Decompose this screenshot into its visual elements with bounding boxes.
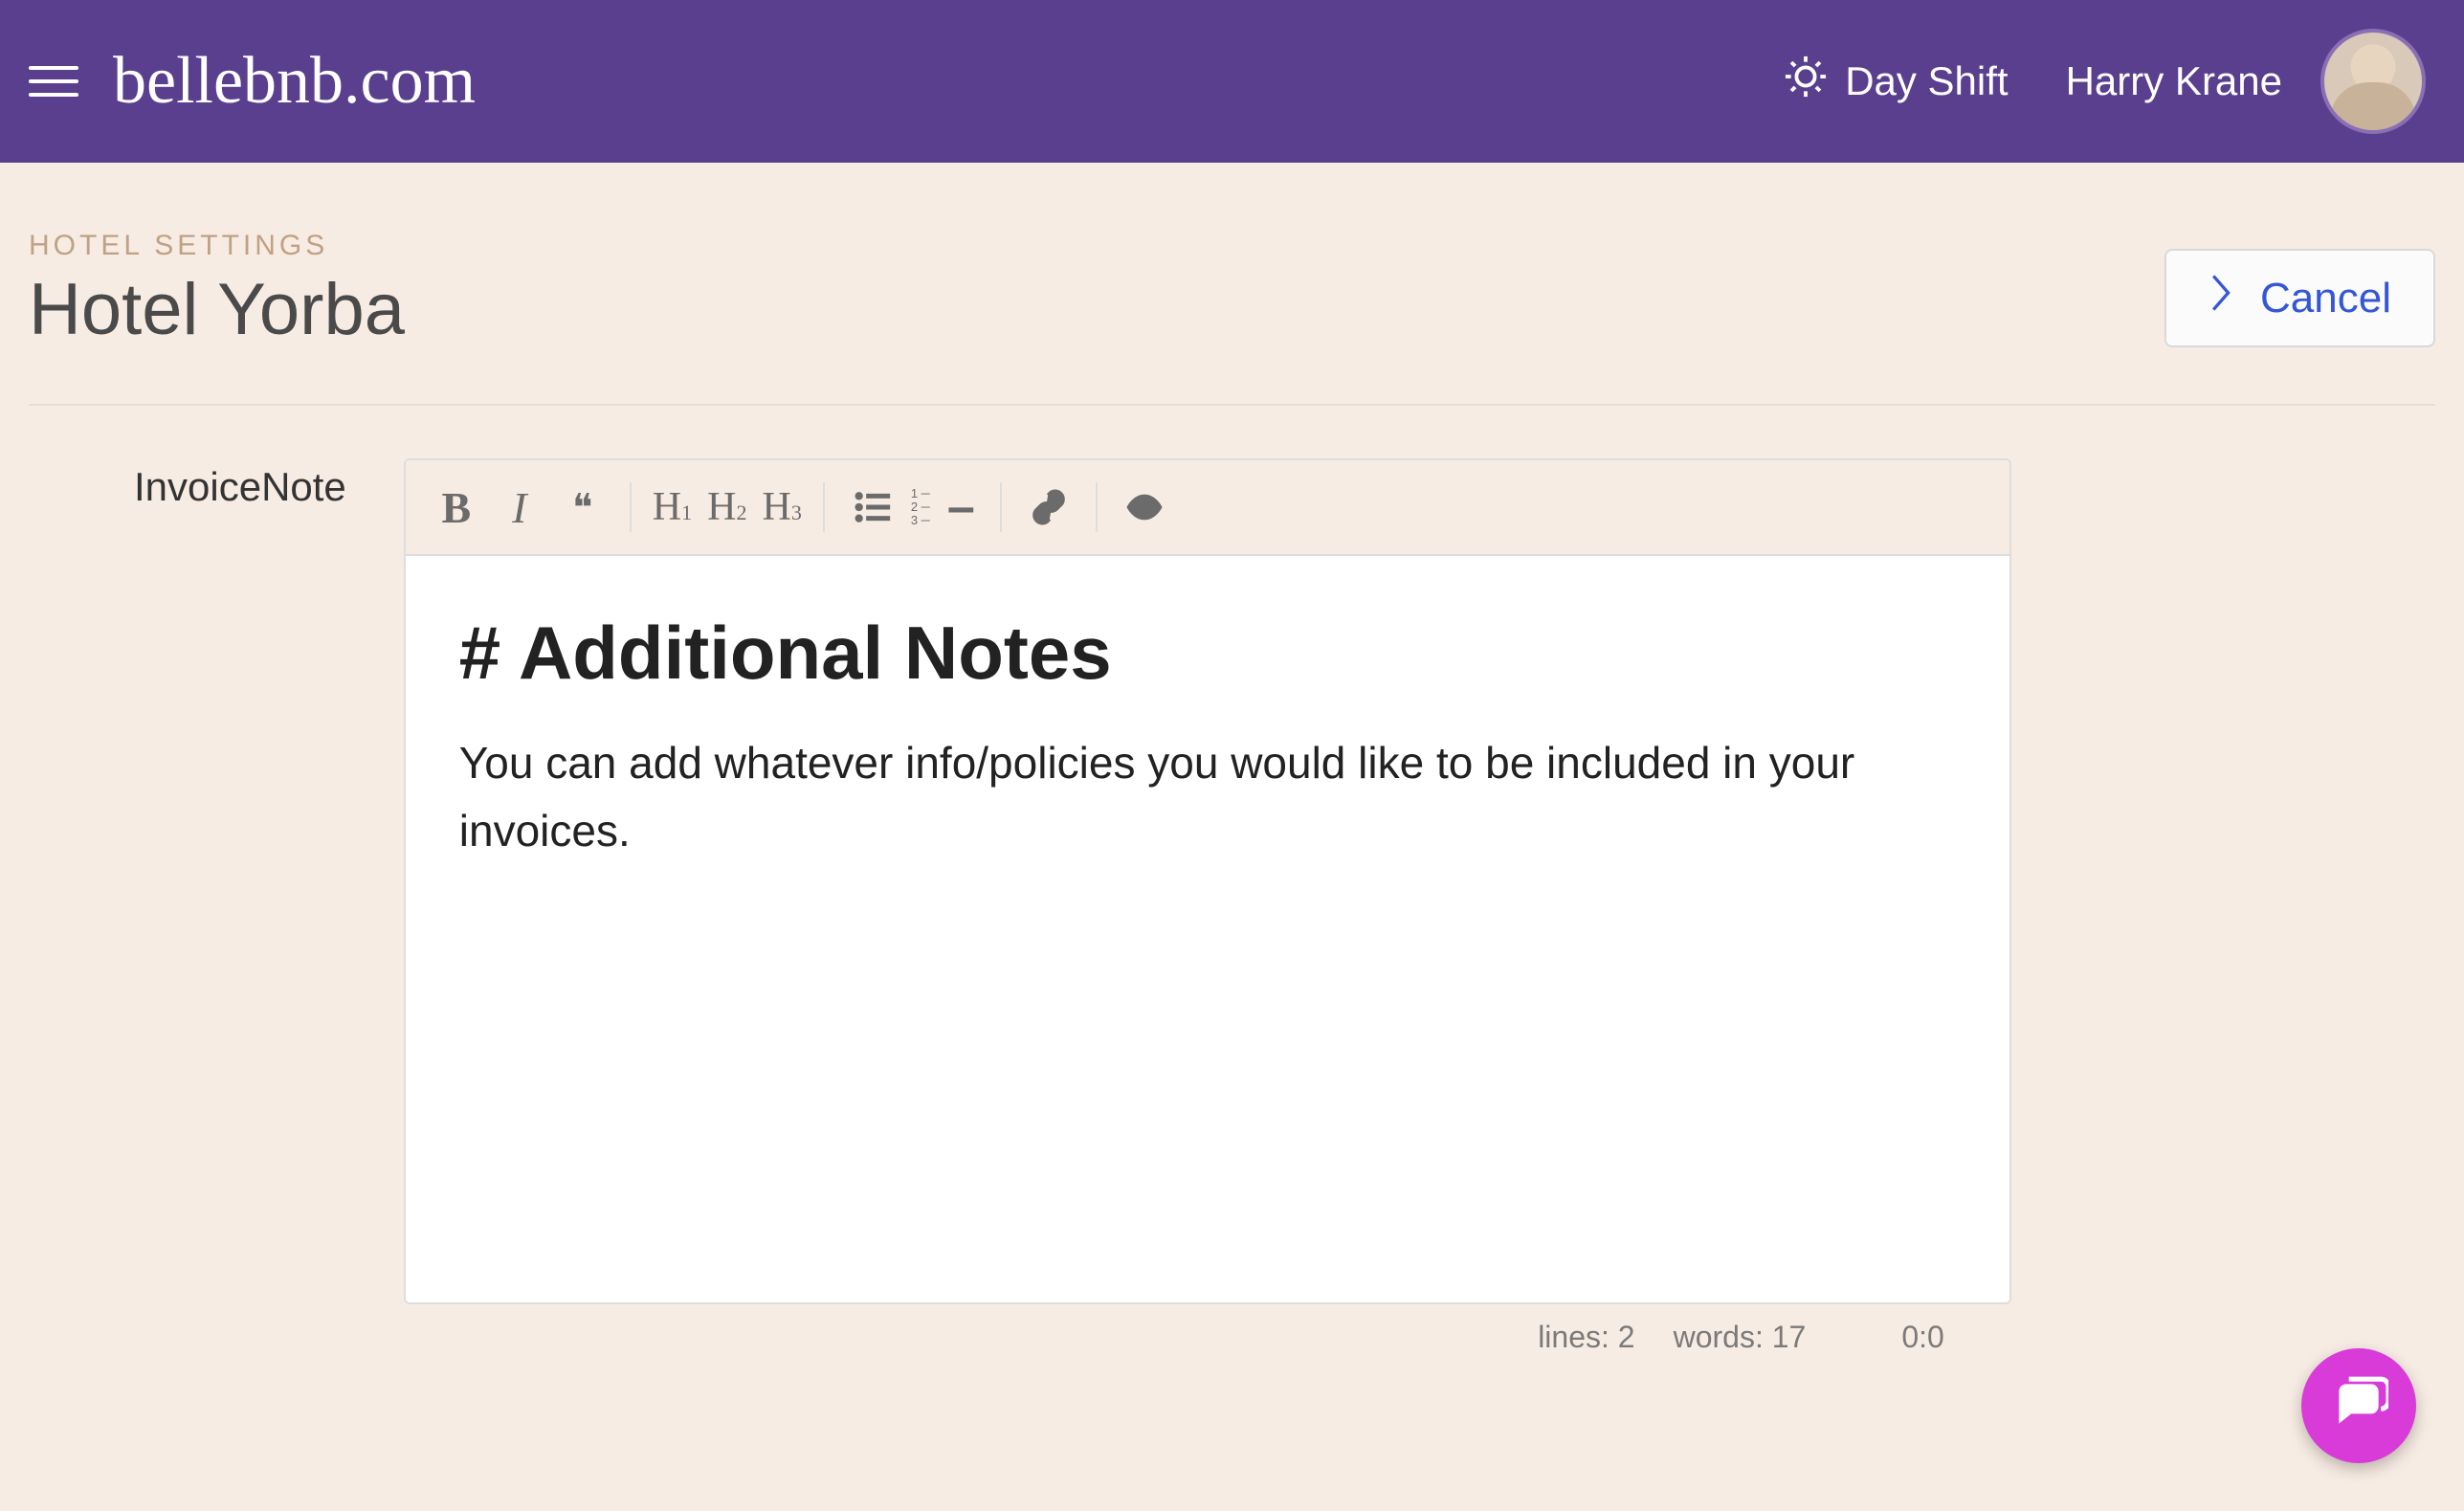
breadcrumb: HOTEL SETTINGS — [29, 230, 405, 262]
status-cursor: 0:0 — [1901, 1320, 1943, 1355]
blockquote-button[interactable]: ❝ — [551, 478, 614, 536]
ordered-list-button[interactable]: 1 ─ 2 ─ 3 ─ — [903, 487, 938, 527]
editor-statusbar: lines: 2 words: 17 0:0 — [404, 1304, 2011, 1355]
unordered-list-button[interactable] — [840, 478, 903, 536]
editor-heading: # Additional Notes — [459, 610, 1956, 697]
chat-fab[interactable] — [2301, 1348, 2416, 1463]
page-title: Hotel Yorba — [29, 268, 405, 351]
chevron-right-icon — [2209, 272, 2235, 324]
preview-button[interactable] — [1113, 478, 1176, 536]
status-words: words: 17 — [1674, 1320, 1807, 1355]
italic-button[interactable]: I — [488, 478, 551, 536]
shift-label: Day Shift — [1845, 58, 2008, 104]
field-label: InvoiceNote — [29, 458, 346, 510]
editor-content[interactable]: # Additional Notes You can add whatever … — [406, 556, 2009, 1302]
toolbar-separator — [1096, 482, 1098, 532]
h2-button[interactable]: H2 — [701, 484, 752, 530]
toolbar-separator — [823, 482, 825, 532]
horizontal-rule-button[interactable]: – — [938, 478, 985, 536]
chat-icon — [2329, 1374, 2388, 1438]
sun-icon — [1784, 55, 1828, 108]
status-lines: lines: 2 — [1538, 1320, 1634, 1355]
invoice-note-row: InvoiceNote B I ❝ H1 H2 — [29, 406, 2435, 1355]
menu-icon[interactable] — [29, 54, 84, 109]
bold-button[interactable]: B — [425, 478, 488, 536]
avatar[interactable] — [2320, 29, 2426, 134]
page-header: HOTEL SETTINGS Hotel Yorba Cancel — [29, 230, 2435, 406]
cancel-button[interactable]: Cancel — [2164, 249, 2435, 347]
toolbar-separator — [630, 482, 632, 532]
markdown-editor: B I ❝ H1 H2 H3 — [404, 458, 2011, 1304]
toolbar-separator — [1000, 482, 1002, 532]
brand-logo[interactable]: bellebnb.com — [113, 48, 476, 115]
h3-button[interactable]: H3 — [756, 484, 807, 530]
link-button[interactable] — [1017, 478, 1080, 536]
user-name[interactable]: Harry Krane — [2066, 58, 2282, 104]
editor-paragraph: You can add whatever info/policies you w… — [459, 729, 1895, 866]
h1-button[interactable]: H1 — [647, 484, 698, 530]
editor-toolbar: B I ❝ H1 H2 H3 — [406, 460, 2009, 556]
top-navbar: bellebnb.com Day Shift Harry Krane — [0, 0, 2464, 163]
cancel-label: Cancel — [2260, 275, 2391, 322]
shift-toggle[interactable]: Day Shift — [1784, 55, 2008, 108]
